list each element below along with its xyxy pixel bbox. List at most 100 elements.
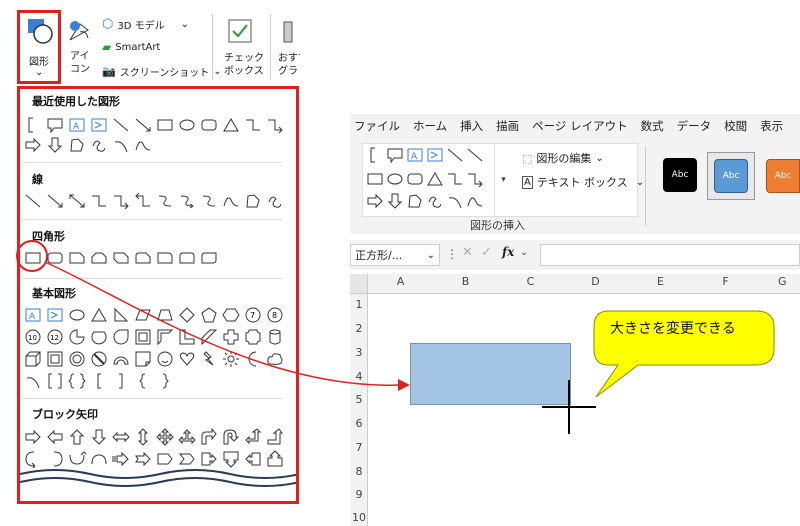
folded-corner-icon[interactable] — [134, 350, 152, 368]
u-turn-arrow-icon[interactable] — [222, 428, 240, 446]
insert-function-icon[interactable]: fx — [502, 245, 514, 259]
vertical-textbox-icon[interactable] — [90, 116, 108, 134]
chord-icon[interactable] — [90, 328, 108, 346]
triangle-icon[interactable] — [90, 306, 108, 324]
elbow-double-arrow-icon[interactable] — [134, 192, 152, 210]
formula-more-icon[interactable]: ⋮ — [446, 247, 458, 261]
curve-icon[interactable] — [134, 136, 152, 154]
curved-arrow-icon[interactable] — [178, 192, 196, 210]
teardrop-icon[interactable] — [112, 328, 130, 346]
heptagon-icon[interactable]: 7 — [244, 306, 262, 324]
smartart-button[interactable]: ▰ SmartArt — [102, 40, 160, 54]
round-one-corner-rect-icon[interactable] — [156, 249, 174, 267]
icons-icon[interactable] — [66, 18, 92, 44]
column-header-d[interactable]: D — [563, 275, 628, 288]
can-icon[interactable] — [266, 328, 284, 346]
row-header-10[interactable]: 10 — [350, 511, 368, 524]
down-arrow-icon[interactable] — [386, 192, 404, 210]
column-header-a[interactable]: A — [368, 275, 433, 288]
select-all-corner[interactable] — [350, 274, 368, 294]
bracket-icon[interactable] — [24, 116, 42, 134]
curved-double-arrow-icon[interactable] — [200, 192, 218, 210]
smiley-icon[interactable] — [156, 350, 174, 368]
gallery-scroll[interactable]: ▾ — [494, 144, 512, 216]
rounded-rect-icon[interactable] — [46, 249, 64, 267]
oval-icon[interactable] — [68, 306, 86, 324]
chevron-down-icon[interactable]: ⌄ — [520, 247, 528, 258]
style-orange[interactable]: Abc — [766, 159, 800, 193]
callout-icon[interactable] — [386, 146, 404, 164]
cube-icon[interactable] — [24, 350, 42, 368]
octagon-icon[interactable]: 8 — [266, 306, 284, 324]
row-header-7[interactable]: 7 — [350, 441, 368, 454]
models3d-button[interactable]: ⬡ 3D モデル ⌄ — [102, 17, 189, 32]
elbow-arrow-icon[interactable] — [112, 192, 130, 210]
vertical-textbox-icon[interactable] — [426, 146, 444, 164]
snip-both-rect-icon[interactable] — [90, 249, 108, 267]
menu-insert[interactable]: 挿入 — [460, 118, 483, 134]
rounded-rect-icon[interactable] — [406, 170, 424, 188]
left-up-arrow-icon[interactable] — [244, 428, 262, 446]
checkbox-icon[interactable] — [227, 18, 253, 44]
hexagon-icon[interactable] — [222, 306, 240, 324]
sun-icon[interactable] — [222, 350, 240, 368]
column-header-f[interactable]: F — [693, 275, 758, 288]
textbox-icon[interactable]: A — [68, 116, 86, 134]
style-black[interactable]: Abc — [663, 158, 697, 192]
row-header-8[interactable]: 8 — [350, 465, 368, 478]
arc-icon[interactable] — [112, 136, 130, 154]
triangle-icon[interactable] — [222, 116, 240, 134]
oval-icon[interactable] — [178, 116, 196, 134]
trapezoid-icon[interactable] — [156, 306, 174, 324]
textbox-button[interactable]: A テキスト ボックス ⌄ — [522, 174, 644, 190]
cloud-icon[interactable] — [266, 350, 284, 368]
no-symbol-icon[interactable] — [90, 350, 108, 368]
row-header-1[interactable]: 1 — [350, 298, 368, 311]
right-arrow-icon[interactable] — [24, 136, 42, 154]
scribble-icon[interactable] — [90, 136, 108, 154]
plaque-icon[interactable] — [244, 328, 262, 346]
donut-icon[interactable] — [68, 350, 86, 368]
snip-rect-icon[interactable] — [68, 249, 86, 267]
menu-home[interactable]: ホーム — [413, 118, 447, 134]
left-arrow-icon[interactable] — [46, 428, 64, 446]
callout-icon[interactable] — [46, 116, 64, 134]
cross-icon[interactable] — [222, 328, 240, 346]
left-bracket-icon[interactable] — [90, 372, 108, 390]
elbow-connector-icon[interactable] — [446, 170, 464, 188]
diagonal-stripe-icon[interactable] — [200, 328, 218, 346]
menu-data[interactable]: データ — [677, 118, 712, 134]
right-arrow-icon[interactable] — [24, 428, 42, 446]
line-icon[interactable] — [24, 192, 42, 210]
menu-page-layout[interactable]: ページ レイアウト — [532, 118, 627, 134]
elbow-connector-icon[interactable] — [90, 192, 108, 210]
name-box[interactable]: 正方形/... ⌄ — [350, 244, 440, 266]
arrow-line-icon[interactable] — [46, 192, 64, 210]
right-bracket-icon[interactable] — [112, 372, 130, 390]
parallelogram-icon[interactable] — [134, 306, 152, 324]
rounded-rect-icon[interactable] — [200, 116, 218, 134]
round-same-side-rect-icon[interactable] — [178, 249, 196, 267]
bracket-icon[interactable] — [366, 146, 384, 164]
menu-draw[interactable]: 描画 — [496, 118, 519, 134]
screenshot-button[interactable]: 📷 スクリーンショット ⌄ — [102, 64, 222, 79]
freeform-icon[interactable] — [68, 136, 86, 154]
triangle-icon[interactable] — [426, 170, 444, 188]
row-header-4[interactable]: 4 — [350, 370, 368, 383]
scribble-icon[interactable] — [266, 192, 284, 210]
freeform-icon[interactable] — [406, 192, 424, 210]
l-shape-icon[interactable] — [178, 328, 196, 346]
down-arrow-icon[interactable] — [46, 136, 64, 154]
block-arc-icon[interactable] — [112, 350, 130, 368]
shapes-button[interactable]: 図形 ⌄ — [17, 10, 61, 84]
arrow-line-icon[interactable] — [466, 146, 484, 164]
bevel-icon[interactable] — [46, 350, 64, 368]
row-header-9[interactable]: 9 — [350, 488, 368, 501]
frame-icon[interactable] — [134, 328, 152, 346]
menu-review[interactable]: 校閲 — [724, 118, 747, 134]
enter-icon[interactable]: ✓ — [481, 245, 492, 260]
down-arrow-icon[interactable] — [90, 428, 108, 446]
column-header-g[interactable]: G — [758, 275, 800, 288]
arc-icon[interactable] — [446, 192, 464, 210]
curve-icon[interactable] — [222, 192, 240, 210]
